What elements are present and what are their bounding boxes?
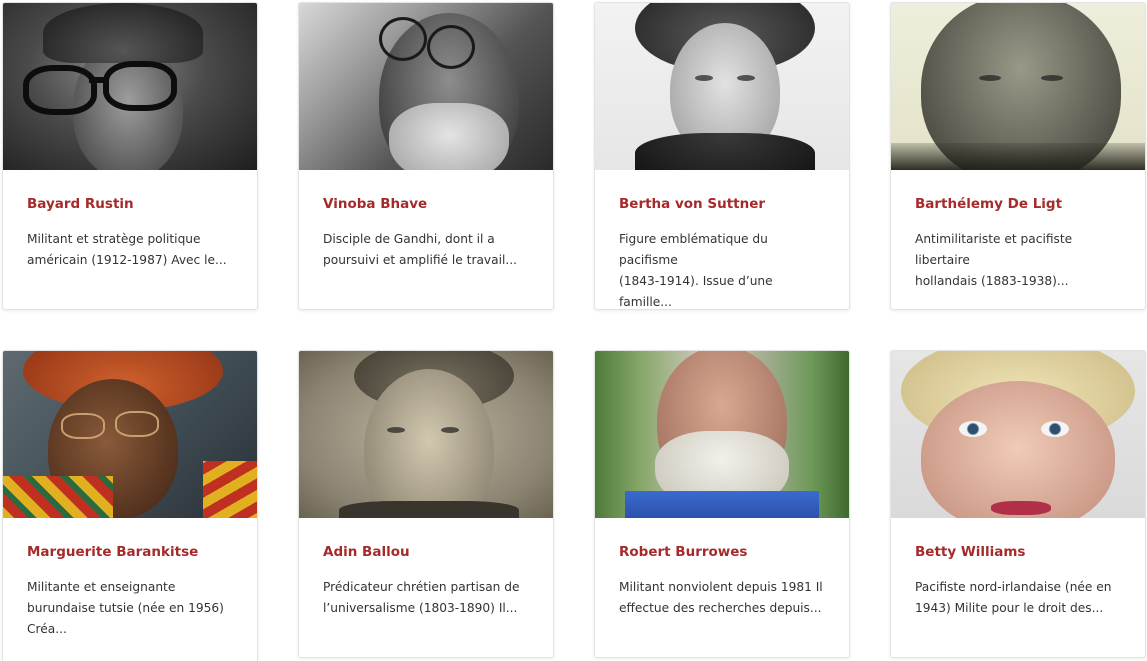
- description-line: Militant nonviolent depuis 1981 Il: [619, 580, 823, 594]
- person-name-link[interactable]: Barthélemy De Ligt: [915, 194, 1121, 214]
- person-photo[interactable]: [595, 351, 849, 518]
- person-card[interactable]: Bayard Rustin Militant et stratège polit…: [2, 2, 258, 310]
- description-line: Militant et stratège politique: [27, 232, 201, 246]
- person-description: Pacifiste nord-irlandaise (née en 1943) …: [915, 577, 1121, 619]
- person-name-link[interactable]: Bertha von Suttner: [619, 194, 825, 214]
- person-description: Prédicateur chrétien partisan de l’unive…: [323, 577, 529, 619]
- person-card[interactable]: Marguerite Barankitse Militante et ensei…: [2, 350, 258, 661]
- person-description: Militant et stratège politique américain…: [27, 229, 233, 271]
- person-photo[interactable]: [595, 3, 849, 170]
- person-description: Militante et enseignante burundaise tuts…: [27, 577, 233, 640]
- description-line: Militante et enseignante: [27, 580, 176, 594]
- person-card[interactable]: Vinoba Bhave Disciple de Gandhi, dont il…: [298, 2, 554, 310]
- person-card[interactable]: Adin Ballou Prédicateur chrétien partisa…: [298, 350, 554, 658]
- person-photo[interactable]: [3, 3, 257, 170]
- description-line: Disciple de Gandhi, dont il a: [323, 232, 495, 246]
- person-photo[interactable]: [299, 3, 553, 170]
- person-name-link[interactable]: Betty Williams: [915, 542, 1121, 562]
- person-description: Disciple de Gandhi, dont il a poursuivi …: [323, 229, 529, 271]
- description-line: burundaise tutsie (née en 1956): [27, 601, 224, 615]
- person-description: Militant nonviolent depuis 1981 Il effec…: [619, 577, 825, 619]
- description-line: (1843-1914). Issue d’une famille...: [619, 274, 773, 309]
- person-name-link[interactable]: Vinoba Bhave: [323, 194, 529, 214]
- person-card[interactable]: Robert Burrowes Militant nonviolent depu…: [594, 350, 850, 658]
- person-photo[interactable]: [891, 3, 1145, 170]
- description-line: Créa...: [27, 622, 67, 636]
- description-line: Figure emblématique du pacifisme: [619, 232, 768, 267]
- description-line: effectue des recherches depuis...: [619, 601, 822, 615]
- description-line: Prédicateur chrétien partisan de: [323, 580, 520, 594]
- description-line: Antimilitariste et pacifiste libertaire: [915, 232, 1073, 267]
- person-name-link[interactable]: Adin Ballou: [323, 542, 529, 562]
- people-grid: Bayard Rustin Militant et stratège polit…: [0, 0, 1147, 661]
- person-photo[interactable]: [891, 351, 1145, 518]
- description-line: américain (1912-1987) Avec le...: [27, 253, 227, 267]
- person-name-link[interactable]: Robert Burrowes: [619, 542, 825, 562]
- description-line: l’universalisme (1803-1890) Il...: [323, 601, 518, 615]
- description-line: poursuivi et amplifié le travail...: [323, 253, 518, 267]
- description-line: hollandais (1883-1938)...: [915, 274, 1069, 288]
- person-description: Antimilitariste et pacifiste libertaire …: [915, 229, 1121, 292]
- person-name-link[interactable]: Bayard Rustin: [27, 194, 233, 214]
- person-photo[interactable]: [3, 351, 257, 518]
- description-line: 1943) Milite pour le droit des...: [915, 601, 1104, 615]
- person-photo[interactable]: [299, 351, 553, 518]
- person-card[interactable]: Barthélemy De Ligt Antimilitariste et pa…: [890, 2, 1146, 310]
- person-description: Figure emblématique du pacifisme (1843-1…: [619, 229, 825, 309]
- person-card[interactable]: Bertha von Suttner Figure emblématique d…: [594, 2, 850, 310]
- description-line: Pacifiste nord-irlandaise (née en: [915, 580, 1112, 594]
- person-card[interactable]: Betty Williams Pacifiste nord-irlandaise…: [890, 350, 1146, 658]
- person-name-link[interactable]: Marguerite Barankitse: [27, 542, 233, 562]
